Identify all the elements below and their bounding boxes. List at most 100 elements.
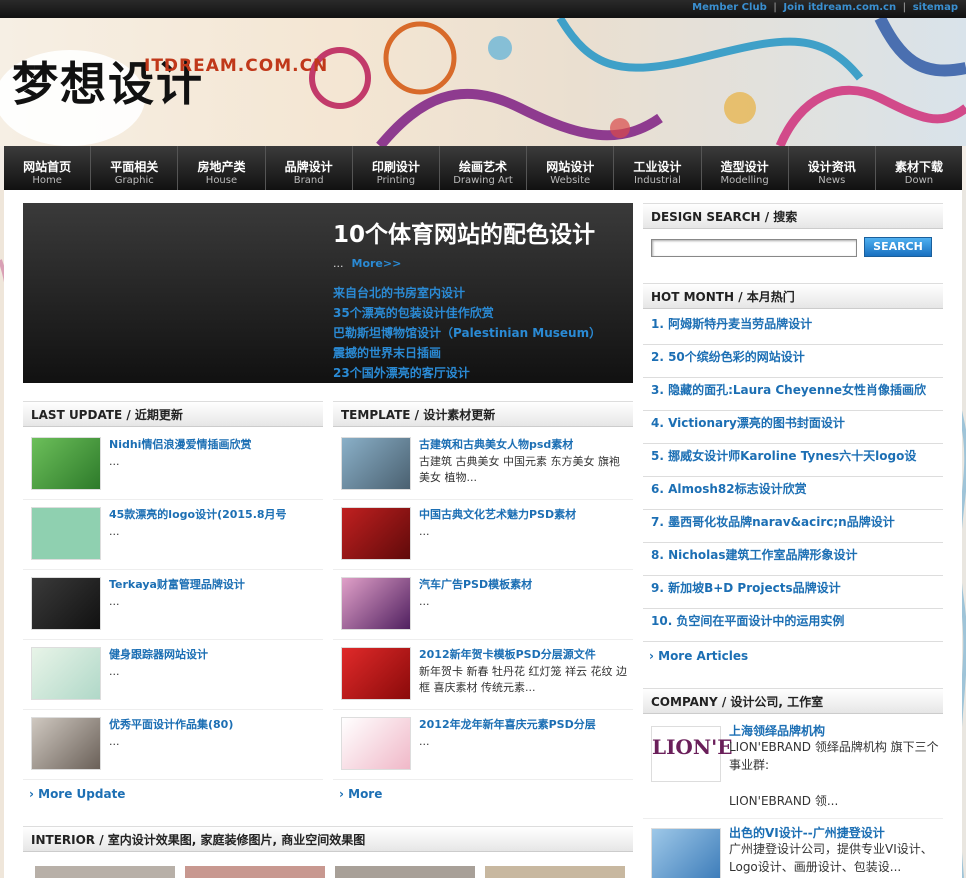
- interior-thumbnail[interactable]: [335, 866, 475, 878]
- nav-item-label: 工业设计: [633, 160, 682, 174]
- company-logo[interactable]: LION'E: [651, 726, 733, 782]
- item-thumbnail[interactable]: [341, 647, 411, 700]
- nav-item-sublabel: Home: [32, 175, 62, 186]
- company-description: LION'EBRAND 领...: [729, 794, 839, 808]
- search-panel: DESIGN SEARCH / 搜索 SEARCH: [643, 203, 943, 267]
- sitemap-link[interactable]: sitemap: [913, 2, 958, 13]
- more-articles-link[interactable]: › More Articles: [649, 649, 748, 663]
- nav-item-label: 绘画艺术: [459, 160, 508, 174]
- list-item: 汽车广告PSD模板素材 ...: [333, 570, 633, 640]
- item-title[interactable]: 汽车广告PSD模板素材: [419, 576, 532, 592]
- hot-article-link[interactable]: 3. 隐藏的面孔:Laura Cheyenne女性肖像插画欣: [643, 378, 943, 411]
- hot-article-link[interactable]: 6. Almosh82标志设计欣赏: [643, 477, 943, 510]
- item-title[interactable]: Nidhi情侣浪漫爱情插画欣赏: [109, 436, 251, 452]
- featured-title[interactable]: 10个体育网站的配色设计: [333, 215, 595, 249]
- nav-item-industrial[interactable]: 工业设计 Industrial: [614, 146, 702, 190]
- item-title[interactable]: 2012年龙年新年喜庆元素PSD分层: [419, 716, 596, 732]
- featured-link[interactable]: 来自台北的书房室内设计: [333, 283, 601, 303]
- list-item: 2012新年贺卡模板PSD分层源文件 新年贺卡 新春 牡丹花 红灯笼 祥云 花纹…: [333, 640, 633, 710]
- more-update-link[interactable]: › More Update: [29, 787, 125, 801]
- company-description: LION'EBRAND 领绎品牌机构 旗下三个事业群:: [729, 740, 939, 772]
- hot-article-link[interactable]: 8. Nicholas建筑工作室品牌形象设计: [643, 543, 943, 576]
- nav-item-printing[interactable]: 印刷设计 Printing: [353, 146, 440, 190]
- nav-item-graphic[interactable]: 平面相关 Graphic: [91, 146, 179, 190]
- search-input[interactable]: [651, 239, 857, 257]
- item-title[interactable]: Terkaya财富管理品牌设计: [109, 576, 245, 592]
- nav-item-brand[interactable]: 品牌设计 Brand: [266, 146, 353, 190]
- featured-link[interactable]: 震撼的世界末日插画: [333, 343, 601, 363]
- item-title[interactable]: 优秀平面设计作品集(80): [109, 716, 233, 732]
- member-club-link[interactable]: Member Club: [692, 2, 767, 13]
- featured-more: ... More>>: [333, 257, 401, 270]
- company-thumbnail[interactable]: [651, 828, 721, 878]
- nav-item-label: 印刷设计: [371, 160, 420, 174]
- top-bar: Member Club | Join itdream.com.cn | site…: [0, 0, 966, 18]
- search-button[interactable]: SEARCH: [864, 237, 932, 257]
- item-description: ...: [109, 665, 120, 678]
- hot-month-heading: HOT MONTH / 本月热门: [643, 283, 943, 309]
- interior-thumbnail[interactable]: [185, 866, 325, 878]
- hot-article-link[interactable]: 4. Victionary漂亮的图书封面设计: [643, 411, 943, 444]
- company-title[interactable]: 上海领绎品牌机构: [729, 722, 825, 739]
- list-item: Terkaya财富管理品牌设计 ...: [23, 570, 323, 640]
- item-thumbnail[interactable]: [341, 577, 411, 630]
- nav-item-sublabel: Printing: [376, 175, 416, 186]
- hot-article-link[interactable]: 10. 负空间在平面设计中的运用实例: [643, 609, 943, 642]
- nav-item-sublabel: Industrial: [633, 175, 681, 186]
- featured-ellipsis: ...: [333, 257, 344, 270]
- featured-link[interactable]: 23个国外漂亮的客厅设计: [333, 363, 601, 383]
- template-panel: TEMPLATE / 设计素材更新 古建筑和古典美女人物psd素材 古建筑 古典…: [333, 401, 633, 811]
- item-thumbnail[interactable]: [341, 507, 411, 560]
- nav-item-label: 平面相关: [110, 160, 159, 174]
- nav-item-drawing-art[interactable]: 绘画艺术 Drawing Art: [440, 146, 528, 190]
- list-item: 健身跟踪器网站设计 ...: [23, 640, 323, 710]
- interior-thumbnail[interactable]: [485, 866, 625, 878]
- item-thumbnail[interactable]: [31, 647, 101, 700]
- nav-item-modelling[interactable]: 造型设计 Modelling: [702, 146, 789, 190]
- nav-item-home[interactable]: 网站首页 Home: [4, 146, 92, 190]
- featured-list: 来自台北的书房室内设计 35个漂亮的包装设计佳作欣赏 巴勒斯坦博物馆设计（Pal…: [333, 283, 601, 383]
- nav-item-label: 品牌设计: [284, 160, 333, 174]
- interior-heading: INTERIOR / 室内设计效果图, 家庭装修图片, 商业空间效果图: [23, 826, 633, 852]
- interior-thumbnail[interactable]: [35, 866, 175, 878]
- top-links: Member Club | Join itdream.com.cn | site…: [692, 2, 958, 13]
- item-thumbnail[interactable]: [31, 437, 101, 490]
- main-navigation: 网站首页 Home 平面相关 Graphic 房地产类 House 品牌设计 Brand 印刷设…: [4, 146, 962, 190]
- item-thumbnail[interactable]: [31, 717, 101, 770]
- nav-item-label: 设计资讯: [807, 160, 856, 174]
- item-title[interactable]: 古建筑和古典美女人物psd素材: [419, 436, 573, 452]
- main-content: 10个体育网站的配色设计 ... More>> 来自台北的书房室内设计 35个漂亮…: [4, 190, 962, 878]
- item-thumbnail[interactable]: [341, 437, 411, 490]
- featured-link[interactable]: 巴勒斯坦博物馆设计（Palestinian Museum）: [333, 323, 601, 343]
- hot-article-link[interactable]: 9. 新加坡B+D Projects品牌设计: [643, 576, 943, 609]
- item-thumbnail[interactable]: [31, 507, 101, 560]
- nav-item-sublabel: Down: [904, 175, 934, 186]
- interior-panel: INTERIOR / 室内设计效果图, 家庭装修图片, 商业空间效果图: [23, 826, 633, 878]
- nav-item-sublabel: Graphic: [114, 175, 154, 186]
- hot-article-link[interactable]: 1. 阿姆斯特丹麦当劳品牌设计: [643, 312, 943, 345]
- item-description: 古建筑 古典美女 中国元素 东方美女 旗袍美女 植物...: [419, 455, 620, 484]
- item-title[interactable]: 健身跟踪器网站设计: [109, 646, 208, 662]
- nav-item-down[interactable]: 素材下载 Down: [876, 146, 962, 190]
- separator: |: [773, 2, 777, 13]
- more-template-link[interactable]: › More: [339, 787, 382, 801]
- featured-more-link[interactable]: More>>: [352, 257, 402, 270]
- company-panel: COMPANY / 设计公司, 工作室 LION'E 上海领绎品牌机构 LION…: [643, 688, 943, 878]
- list-item: 2012年龙年新年喜庆元素PSD分层 ...: [333, 710, 633, 780]
- item-title[interactable]: 中国古典文化艺术魅力PSD素材: [419, 506, 576, 522]
- last-update-panel: LAST UPDATE / 近期更新 Nidhi情侣浪漫爱情插画欣赏 ... 4…: [23, 401, 323, 811]
- item-title[interactable]: 2012新年贺卡模板PSD分层源文件: [419, 646, 596, 662]
- item-thumbnail[interactable]: [341, 717, 411, 770]
- hot-article-link[interactable]: 7. 墨西哥化妆品牌narav&acirc;n品牌设计: [643, 510, 943, 543]
- featured-link[interactable]: 35个漂亮的包装设计佳作欣赏: [333, 303, 601, 323]
- hot-article-link[interactable]: 2. 50个缤纷色彩的网站设计: [643, 345, 943, 378]
- company-title[interactable]: 出色的VI设计--广州捷登设计: [729, 824, 885, 841]
- list-item: 中国古典文化艺术魅力PSD素材 ...: [333, 500, 633, 570]
- nav-item-website[interactable]: 网站设计 Website: [527, 146, 615, 190]
- item-thumbnail[interactable]: [31, 577, 101, 630]
- item-title[interactable]: 45款漂亮的logo设计(2015.8月号: [109, 506, 287, 522]
- nav-item-house[interactable]: 房地产类 House: [178, 146, 266, 190]
- hot-article-link[interactable]: 5. 挪威女设计师Karoline Tynes六十天logo设: [643, 444, 943, 477]
- join-link[interactable]: Join itdream.com.cn: [783, 2, 896, 13]
- nav-item-news[interactable]: 设计资讯 News: [789, 146, 876, 190]
